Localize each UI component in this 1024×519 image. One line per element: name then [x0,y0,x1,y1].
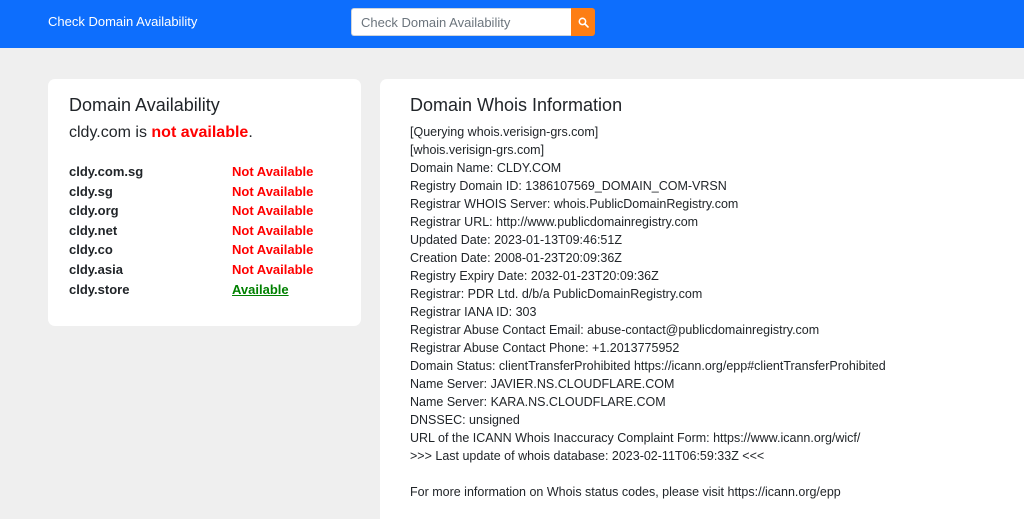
alternative-domains-list: cldy.com.sg Not Available cldy.sg Not Avail… [69,164,349,301]
domain-status: Not Available [232,261,314,277]
whois-line: Registrar Abuse Contact Email: abuse-con… [410,323,820,337]
whois-line: Registrar IANA ID: 303 [410,305,537,319]
whois-line: Updated Date: 2023-01-13T09:46:51Z [410,233,622,247]
domain-name: cldy.net [69,222,118,238]
domain-name: cldy.store [69,281,130,297]
domain-row: cldy.asia Not Available [69,262,349,282]
search-form [351,8,595,36]
domain-status: Not Available [232,222,314,238]
search-button[interactable] [571,8,595,36]
status-end: . [248,124,253,141]
navbar-brand-link[interactable]: Check Domain Availability [48,14,197,30]
domain-row: cldy.store Available [69,282,349,302]
search-icon [578,17,589,28]
search-input[interactable] [351,8,571,36]
top-navbar: Check Domain Availability [0,0,1024,48]
status-connector: is [130,124,152,141]
domain-row: cldy.net Not Available [69,223,349,243]
domain-row: cldy.sg Not Available [69,184,349,204]
whois-line: [whois.verisign-grs.com] [410,143,545,157]
whois-line: Registrar: PDR Ltd. d/b/a PublicDomainRe… [410,287,703,301]
whois-line: Registrar URL: http://www.publicdomainre… [410,215,699,229]
whois-line: DNSSEC: unsigned [410,413,520,427]
domain-status: Not Available [232,183,314,199]
domain-name: cldy.asia [69,261,123,277]
whois-line [410,465,1010,483]
domain-status: Not Available [232,203,314,219]
domain-row: cldy.com.sg Not Available [69,164,349,184]
domain-row: cldy.org Not Available [69,203,349,223]
domain-row: cldy.co Not Available [69,242,349,262]
whois-line: Registrar WHOIS Server: whois.PublicDoma… [410,197,739,211]
queried-domain: cldy.com [69,124,131,141]
domain-availability-card: Domain Availability cldy.com is not avai… [48,79,361,326]
whois-line: URL of the ICANN Whois Inaccuracy Compla… [410,431,861,445]
domain-name: cldy.org [69,203,119,219]
domain-status: Not Available [232,164,314,179]
availability-status: not available [151,124,249,141]
domain-available-link[interactable]: Available [232,282,289,298]
whois-line: Name Server: KARA.NS.CLOUDFLARE.COM [410,395,666,409]
whois-line: Name Server: JAVIER.NS.CLOUDFLARE.COM [410,377,675,391]
whois-line: [Querying whois.verisign-grs.com] [410,125,599,139]
availability-title: Domain Availability [69,95,220,115]
whois-info-card: Domain Whois Information [Querying whois… [380,79,1024,519]
domain-name: cldy.sg [69,183,113,199]
domain-name: cldy.co [69,242,113,258]
whois-line: Registry Expiry Date: 2032-01-23T20:09:3… [410,269,659,283]
whois-line: For more information on Whois status cod… [410,485,841,499]
whois-line: Domain Status: clientTransferProhibited … [410,359,886,373]
whois-line: Creation Date: 2008-01-23T20:09:36Z [410,251,622,265]
whois-title: Domain Whois Information [410,95,623,115]
availability-status-line: cldy.com is not available. [69,123,253,143]
domain-name: cldy.com.sg [69,164,144,179]
whois-line: >>> Last update of whois database: 2023-… [410,449,765,463]
whois-line: Registrar Abuse Contact Phone: +1.201377… [410,341,680,355]
whois-record: [Querying whois.verisign-grs.com] [whois.… [410,123,1010,501]
whois-line: Domain Name: CLDY.COM [410,161,562,175]
domain-status: Not Available [232,242,314,258]
whois-line: Registry Domain ID: 1386107569_DOMAIN_CO… [410,179,727,193]
